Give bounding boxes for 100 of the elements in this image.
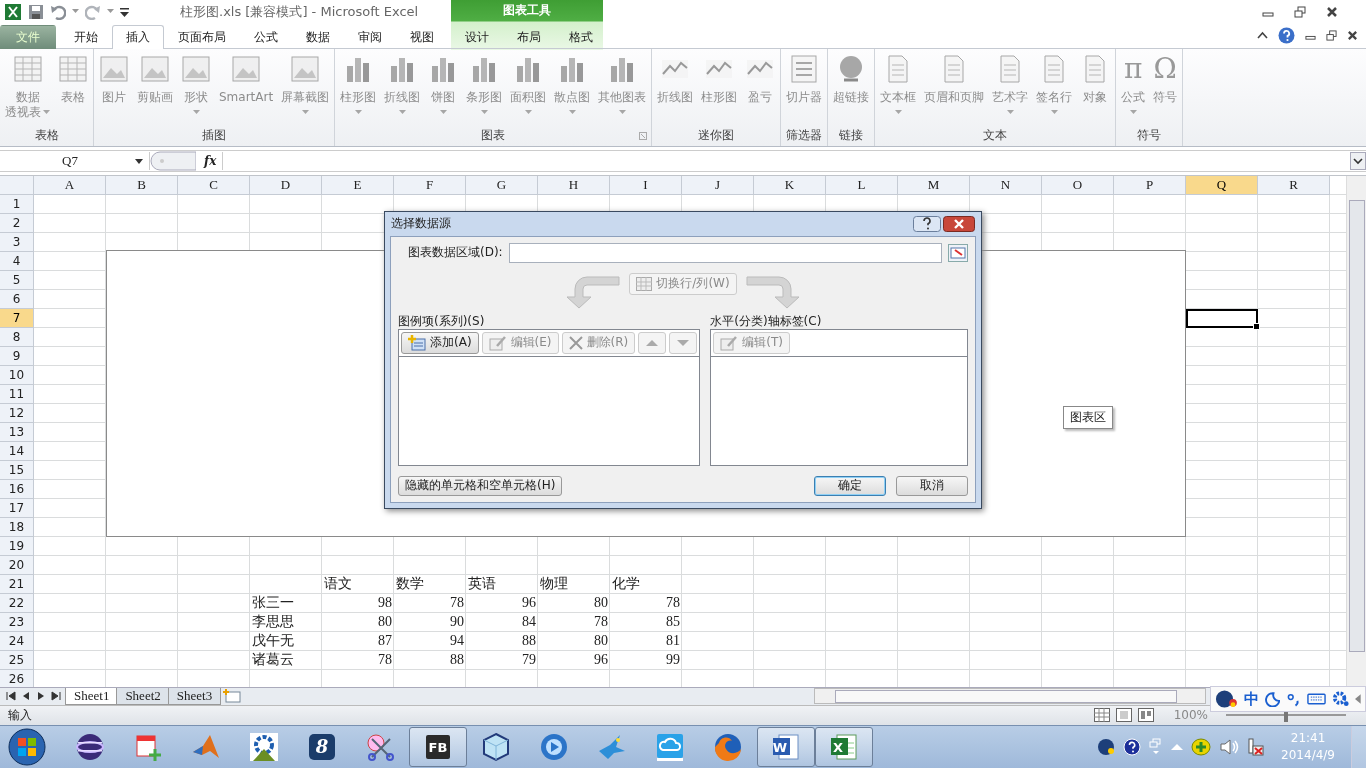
tooltip: 图表区 [1063, 405, 1113, 429]
sphere-icon [74, 731, 106, 763]
table-cell-text: 78 [449, 593, 465, 612]
ribbon-tab[interactable]: 设计 [451, 24, 503, 49]
help-icon[interactable] [913, 215, 941, 232]
sheet-tab[interactable]: Sheet3 [167, 687, 222, 705]
ribbon-tab[interactable]: 布局 [503, 24, 555, 49]
collapse-icon[interactable] [1257, 31, 1268, 40]
horizontal-scrollbar[interactable] [814, 688, 1206, 705]
table-cell-text: 78 [377, 650, 393, 669]
ribbon-tab[interactable]: 公式 [240, 24, 292, 49]
page-layout-icon[interactable] [1115, 708, 1132, 723]
plus-icon[interactable] [1191, 738, 1212, 756]
undo-icon[interactable] [50, 3, 66, 20]
moon-icon[interactable] [1264, 691, 1280, 707]
scrollbar-thumb[interactable] [835, 690, 1177, 704]
start-button[interactable] [5, 727, 49, 767]
last-sheet-icon[interactable] [51, 691, 61, 702]
column-header[interactable]: G [466, 175, 538, 195]
table-cell-text: 诸葛云 [251, 650, 295, 669]
network-icon[interactable] [1247, 737, 1266, 757]
column-header[interactable]: P [1114, 175, 1186, 195]
range-field[interactable] [508, 242, 942, 263]
ribbon-tab[interactable]: 开始 [60, 24, 112, 49]
taskbar-button[interactable]: X [815, 727, 873, 767]
column-header[interactable]: A [34, 175, 106, 195]
ok-button[interactable]: 确定 [814, 475, 886, 496]
normal-view-icon[interactable] [1093, 708, 1110, 723]
punctuation-icon[interactable] [1286, 691, 1302, 707]
column-header[interactable]: L [826, 175, 898, 195]
globe-icon [538, 731, 570, 763]
taskbar-button[interactable]: W [757, 727, 815, 767]
table-cell-text: 88 [449, 650, 465, 669]
panel-label: 图例项(系列)(S) [398, 312, 486, 329]
ribbon-tab[interactable]: 审阅 [344, 24, 396, 49]
sheet-tab[interactable]: Sheet2 [116, 687, 170, 705]
table-cell-text: 84 [521, 612, 537, 631]
settings-icon[interactable] [1332, 690, 1350, 708]
help-icon[interactable] [1278, 26, 1295, 44]
ime-logo-icon[interactable] [1215, 689, 1238, 709]
page-break-icon[interactable] [1137, 708, 1154, 723]
close-icon[interactable] [943, 215, 975, 232]
app-icon [306, 731, 338, 763]
cancel-button[interactable]: 取消 [896, 475, 968, 496]
collapse-dialog-icon[interactable] [948, 243, 968, 262]
caret-icon[interactable] [107, 9, 114, 15]
customize-icon[interactable] [120, 5, 129, 18]
input-mode[interactable]: 中 [1243, 689, 1259, 709]
insert-function-button[interactable]: fx [198, 153, 223, 168]
group-label: 筛选器 [786, 127, 823, 145]
spreadsheet-icon [828, 731, 860, 763]
table-cell-text: 数学 [395, 574, 425, 593]
close-icon[interactable] [1326, 5, 1338, 18]
column-header[interactable]: N [970, 175, 1042, 195]
previous-sheet-icon[interactable] [21, 691, 31, 702]
vertical-scrollbar[interactable] [1346, 175, 1366, 687]
ribbon-tab[interactable]: 格式 [555, 24, 607, 49]
table-cell-text: 78 [593, 612, 609, 631]
keyboard-icon[interactable] [1307, 692, 1327, 706]
dialog-title: 选择数据源 [391, 215, 451, 233]
column-header[interactable]: I [610, 175, 682, 195]
next-sheet-icon[interactable] [36, 691, 46, 702]
column-header[interactable]: D [250, 175, 322, 195]
spreadsheet-icon[interactable] [4, 2, 22, 21]
column-header[interactable]: H [538, 175, 610, 195]
add-button[interactable]: 添加(A) [401, 331, 479, 354]
restore-icon[interactable] [1326, 29, 1337, 41]
close-icon[interactable] [1347, 29, 1358, 41]
ribbon-tab[interactable]: 数据 [292, 24, 344, 49]
taskbar-button[interactable]: FB [409, 727, 467, 767]
hidden-cells-button[interactable]: 隐藏的单元格和空单元格(H) [398, 475, 563, 496]
active-cell[interactable] [1186, 308, 1258, 328]
column-header[interactable]: C [178, 175, 250, 195]
column-header[interactable]: R [1258, 175, 1330, 195]
column-header[interactable]: F [394, 175, 466, 195]
column-header[interactable]: E [322, 175, 394, 195]
ime-logo-icon[interactable] [1097, 738, 1116, 756]
column-header[interactable]: O [1042, 175, 1114, 195]
group-label: 表格 [34, 127, 59, 145]
first-sheet-icon[interactable] [6, 691, 16, 702]
column-header[interactable]: M [898, 175, 970, 195]
ribbon-tab[interactable]: 视图 [396, 24, 448, 49]
name-box[interactable]: Q7 [0, 151, 150, 170]
taskbar-button[interactable]: 8 [293, 727, 351, 767]
speaker-icon[interactable] [1219, 738, 1240, 756]
table-cell-text: 94 [449, 631, 465, 650]
ribbon-tab[interactable]: 插入 [112, 24, 164, 49]
scrollbar-thumb[interactable] [1349, 199, 1365, 652]
sheet-tab[interactable]: Sheet1 [65, 687, 119, 705]
picture-icon [290, 53, 321, 84]
column-header[interactable]: K [754, 175, 826, 195]
expand-icon[interactable] [1350, 151, 1366, 170]
column-header[interactable]: J [682, 175, 754, 195]
caret-icon[interactable] [72, 9, 79, 15]
restore-icon[interactable] [1294, 5, 1306, 18]
ribbon-tab[interactable]: 页面布局 [164, 24, 240, 49]
save-icon[interactable] [28, 3, 44, 20]
column-header[interactable]: B [106, 175, 178, 195]
column-header[interactable]: Q [1186, 175, 1258, 195]
table-cell-text: 87 [377, 631, 393, 650]
